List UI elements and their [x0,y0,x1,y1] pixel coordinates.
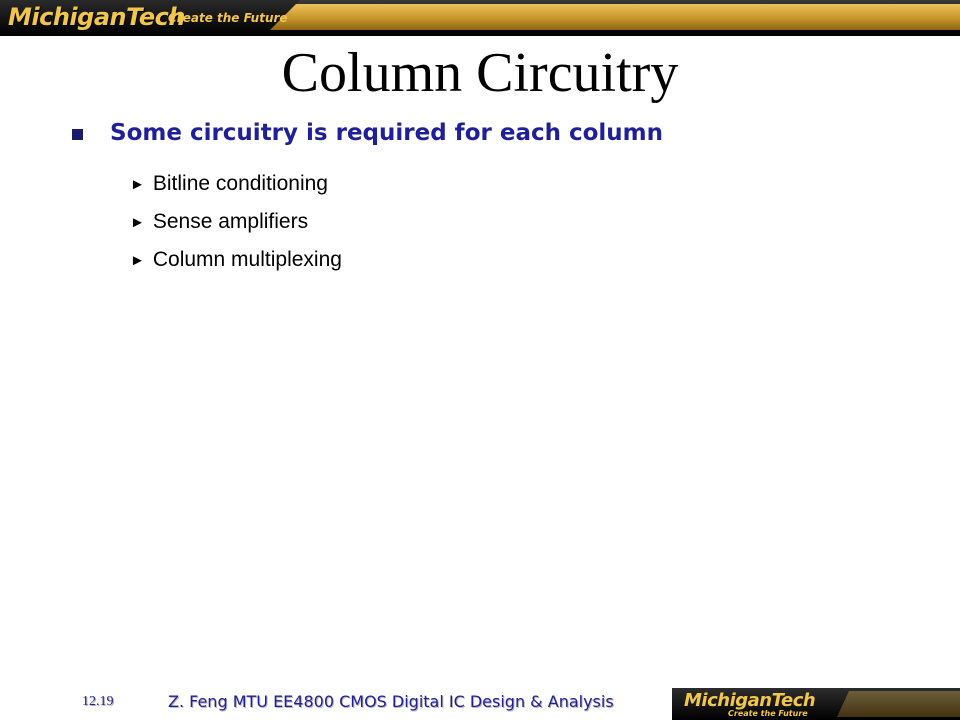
footer-tagline: Create the Future [728,709,808,718]
main-bullet: Some circuitry is required for each colu… [72,120,663,146]
sub-bullet-text: Bitline conditioning [152,172,328,195]
main-bullet-text: Some circuitry is required for each colu… [110,120,664,146]
slide-title: Column Circuitry [281,42,679,104]
footer-gold-swoosh [837,691,960,717]
sub-bullet-item: ► Column multiplexing [130,241,342,279]
triangle-right-icon: ► [130,175,145,193]
sub-bullet-item: ► Sense amplifiers [130,203,342,241]
square-bullet-icon [72,128,83,140]
sub-bullet-list: ► Bitline conditioning ► Sense amplifier… [130,165,342,279]
footer-text: Z. Feng MTU EE4800 CMOS Digital IC Desig… [168,692,614,711]
header-tagline: Create the Future [168,11,288,25]
footer-logo-banner: MichiganTech Create the Future [672,688,960,720]
sub-bullet-text: Sense amplifiers [152,210,309,233]
header-banner: MichiganTech Create the Future [0,0,960,36]
triangle-right-icon: ► [130,213,145,231]
sub-bullet-text: Column multiplexing [152,248,342,271]
header-gold-swoosh [270,4,960,30]
slide-number: 12.19 [82,694,114,709]
sub-bullet-item: ► Bitline conditioning [130,165,342,203]
triangle-right-icon: ► [130,251,145,269]
footer-michigantech-logo: MichiganTech [684,690,816,711]
michigantech-logo: MichiganTech [8,3,185,31]
